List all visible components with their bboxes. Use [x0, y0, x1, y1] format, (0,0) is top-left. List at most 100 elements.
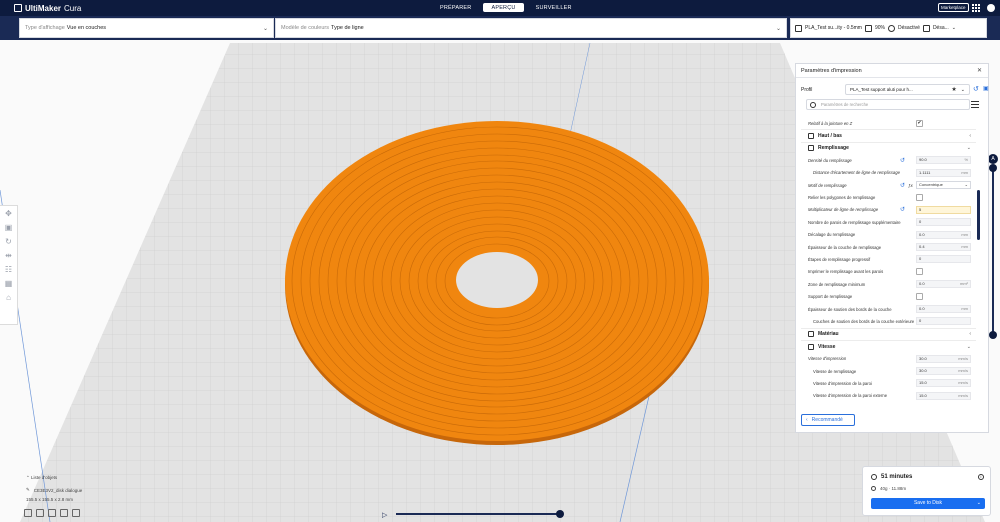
settings-scrollbar[interactable]: [977, 190, 980, 240]
setting-label: Étapes de remplissage progressif: [808, 256, 871, 262]
function-icon[interactable]: ƒx: [908, 183, 913, 188]
setting-input[interactable]: 15.0 mm/s: [916, 379, 971, 388]
setting-input[interactable]: 0.4 mm: [916, 243, 971, 252]
setting-checkbox[interactable]: ✔: [916, 119, 923, 127]
setting-value: 0.0: [919, 306, 925, 312]
save-label: Save to Disk: [913, 500, 943, 506]
3d-view-icon[interactable]: [24, 509, 32, 517]
settings-category[interactable]: Haut / bas ‹: [801, 129, 976, 141]
reset-icon[interactable]: ↺: [900, 206, 905, 213]
support-blocker-icon[interactable]: ▦: [5, 280, 13, 288]
setting-value: 0.0: [919, 281, 925, 287]
setting-input[interactable]: 0.0 mm: [916, 305, 971, 314]
settings-category[interactable]: Remplissage ⌄: [801, 141, 976, 154]
profile-select[interactable]: PLA_Test support aluti pour h... ★ ⌄: [845, 84, 970, 95]
setting-label: Distance d'écartement de ligne de rempli…: [813, 170, 900, 176]
recommended-button[interactable]: ‹ Recommandé: [801, 414, 855, 426]
setting-input[interactable]: 15.0 mm/s: [916, 391, 971, 400]
setting-input[interactable]: 5: [916, 205, 971, 214]
setting-row: Vitesse d'impression 30.0 mm/s: [801, 352, 976, 364]
settings-search-input[interactable]: Paramètres de recherche: [806, 99, 970, 110]
layer-slider-top-handle[interactable]: [989, 164, 997, 172]
setting-label: Couches de soutien des bords de la couch…: [813, 318, 915, 324]
setting-unit: mm/s: [958, 392, 968, 398]
tab-preview[interactable]: APERÇU: [483, 3, 524, 12]
setting-input[interactable]: 30.0 mm/s: [916, 354, 971, 363]
settings-category[interactable]: Vitesse ⌄: [801, 340, 976, 352]
settings-category[interactable]: Matériau ‹: [801, 327, 976, 340]
disk-center-hole: [456, 252, 538, 308]
front-view-icon[interactable]: [36, 509, 44, 517]
mirror-icon[interactable]: ⇹: [5, 252, 13, 260]
object-list-toggle[interactable]: ⌃ Liste d'objets: [26, 475, 57, 481]
setting-checkbox[interactable]: [916, 194, 923, 202]
setting-input[interactable]: 30.0 mm/s: [916, 367, 971, 375]
reset-icon[interactable]: ↺: [900, 157, 905, 164]
left-view-icon[interactable]: [60, 509, 68, 517]
setting-dropdown[interactable]: Concentrique ⌄: [916, 181, 971, 190]
chevron-icon: ‹: [969, 133, 971, 140]
close-icon[interactable]: ✕: [977, 67, 982, 74]
profile-label: Profil: [801, 87, 813, 93]
object-name-row[interactable]: ✎ CE3E3V2_disk dialogue: [26, 487, 82, 493]
play-simulation-icon[interactable]: ▷: [382, 511, 387, 519]
path-slider-track[interactable]: [396, 513, 560, 515]
tab-monitor[interactable]: SURVEILLER: [528, 3, 580, 12]
category-icon: [808, 331, 814, 338]
color-scheme-select[interactable]: Modèle de couleurs Type de ligne ⌄: [275, 18, 787, 38]
save-profile-icon[interactable]: ▣: [983, 85, 989, 92]
info-icon[interactable]: i: [978, 474, 984, 480]
save-to-disk-button[interactable]: Save to Disk ⌄: [871, 498, 985, 509]
setting-value: 15.0: [919, 392, 927, 398]
apps-grid-icon[interactable]: [972, 4, 980, 12]
setting-input[interactable]: 0: [916, 317, 971, 326]
scale-icon[interactable]: ▣: [5, 224, 13, 232]
account-icon[interactable]: [987, 4, 995, 12]
setting-row: Vitesse d'impression de la paroi 15.0 mm/s: [801, 377, 976, 389]
rotate-icon[interactable]: ↻: [5, 238, 13, 246]
setting-value: 30.0: [919, 368, 927, 373]
setting-input[interactable]: 0.0 mm²: [916, 280, 971, 289]
layer-slider-bottom-handle[interactable]: [989, 331, 997, 339]
setting-unit: mm/s: [958, 368, 968, 373]
setting-value: 0.4: [919, 244, 925, 250]
setting-input[interactable]: 0: [916, 218, 971, 227]
menu-icon[interactable]: [971, 101, 979, 108]
tab-prepare[interactable]: PRÉPARER: [432, 3, 479, 12]
setting-row: Décalage du remplissage 0.0 mm: [801, 229, 976, 241]
view-type-select[interactable]: Type d'affichage Vue en couches ⌄: [19, 18, 274, 38]
move-icon[interactable]: ✥: [5, 210, 13, 218]
search-placeholder: Paramètres de recherche: [821, 102, 869, 107]
marketplace-button[interactable]: Marketplace: [938, 3, 969, 12]
setting-input[interactable]: 0: [916, 255, 971, 264]
object-name: CE3E3V2_disk dialogue: [33, 487, 83, 493]
star-icon: ★: [951, 87, 957, 93]
app-logo: UltiMaker Cura: [14, 4, 81, 13]
path-slider-handle[interactable]: [556, 510, 564, 518]
setting-input[interactable]: 1.1111 mm: [916, 168, 971, 177]
right-view-icon[interactable]: [72, 509, 80, 517]
setting-checkbox[interactable]: [916, 293, 923, 301]
top-view-icon[interactable]: [48, 509, 56, 517]
category-title: Haut / bas: [818, 133, 842, 140]
panel-title: Paramètres d'impression: [801, 67, 862, 74]
setting-label: Support de remplissage: [808, 294, 853, 300]
setting-checkbox[interactable]: [916, 268, 923, 276]
reset-icon[interactable]: ↺: [900, 182, 905, 189]
per-model-settings-icon[interactable]: ☷: [5, 266, 13, 274]
setting-label: Décalage du remplissage: [808, 232, 856, 238]
panel-header: Paramètres d'impression ✕: [796, 64, 988, 78]
setting-value: 0: [919, 256, 922, 262]
blocker-icon[interactable]: ⌂: [5, 294, 13, 302]
color-scheme-label: Modèle de couleurs: [281, 25, 330, 31]
view-type-value: Vue en couches: [66, 25, 107, 31]
reset-profile-icon[interactable]: ↺: [973, 85, 979, 93]
setting-label: Nombre de parois de remplissage suppléme…: [808, 219, 901, 225]
setting-row: Étapes de remplissage progressif 0: [801, 253, 976, 265]
layer-slider-track[interactable]: [992, 167, 994, 335]
print-setup-selector[interactable]: PLA_Test su...ity - 0.5mm 90% Désactivé …: [790, 18, 987, 38]
setting-input[interactable]: 0.0 mm: [916, 230, 971, 239]
setting-unit: mm: [961, 169, 968, 175]
setting-row: Épaisseur de soutien des bords de la cou…: [801, 303, 976, 315]
setting-input[interactable]: 90.0%: [916, 156, 971, 165]
